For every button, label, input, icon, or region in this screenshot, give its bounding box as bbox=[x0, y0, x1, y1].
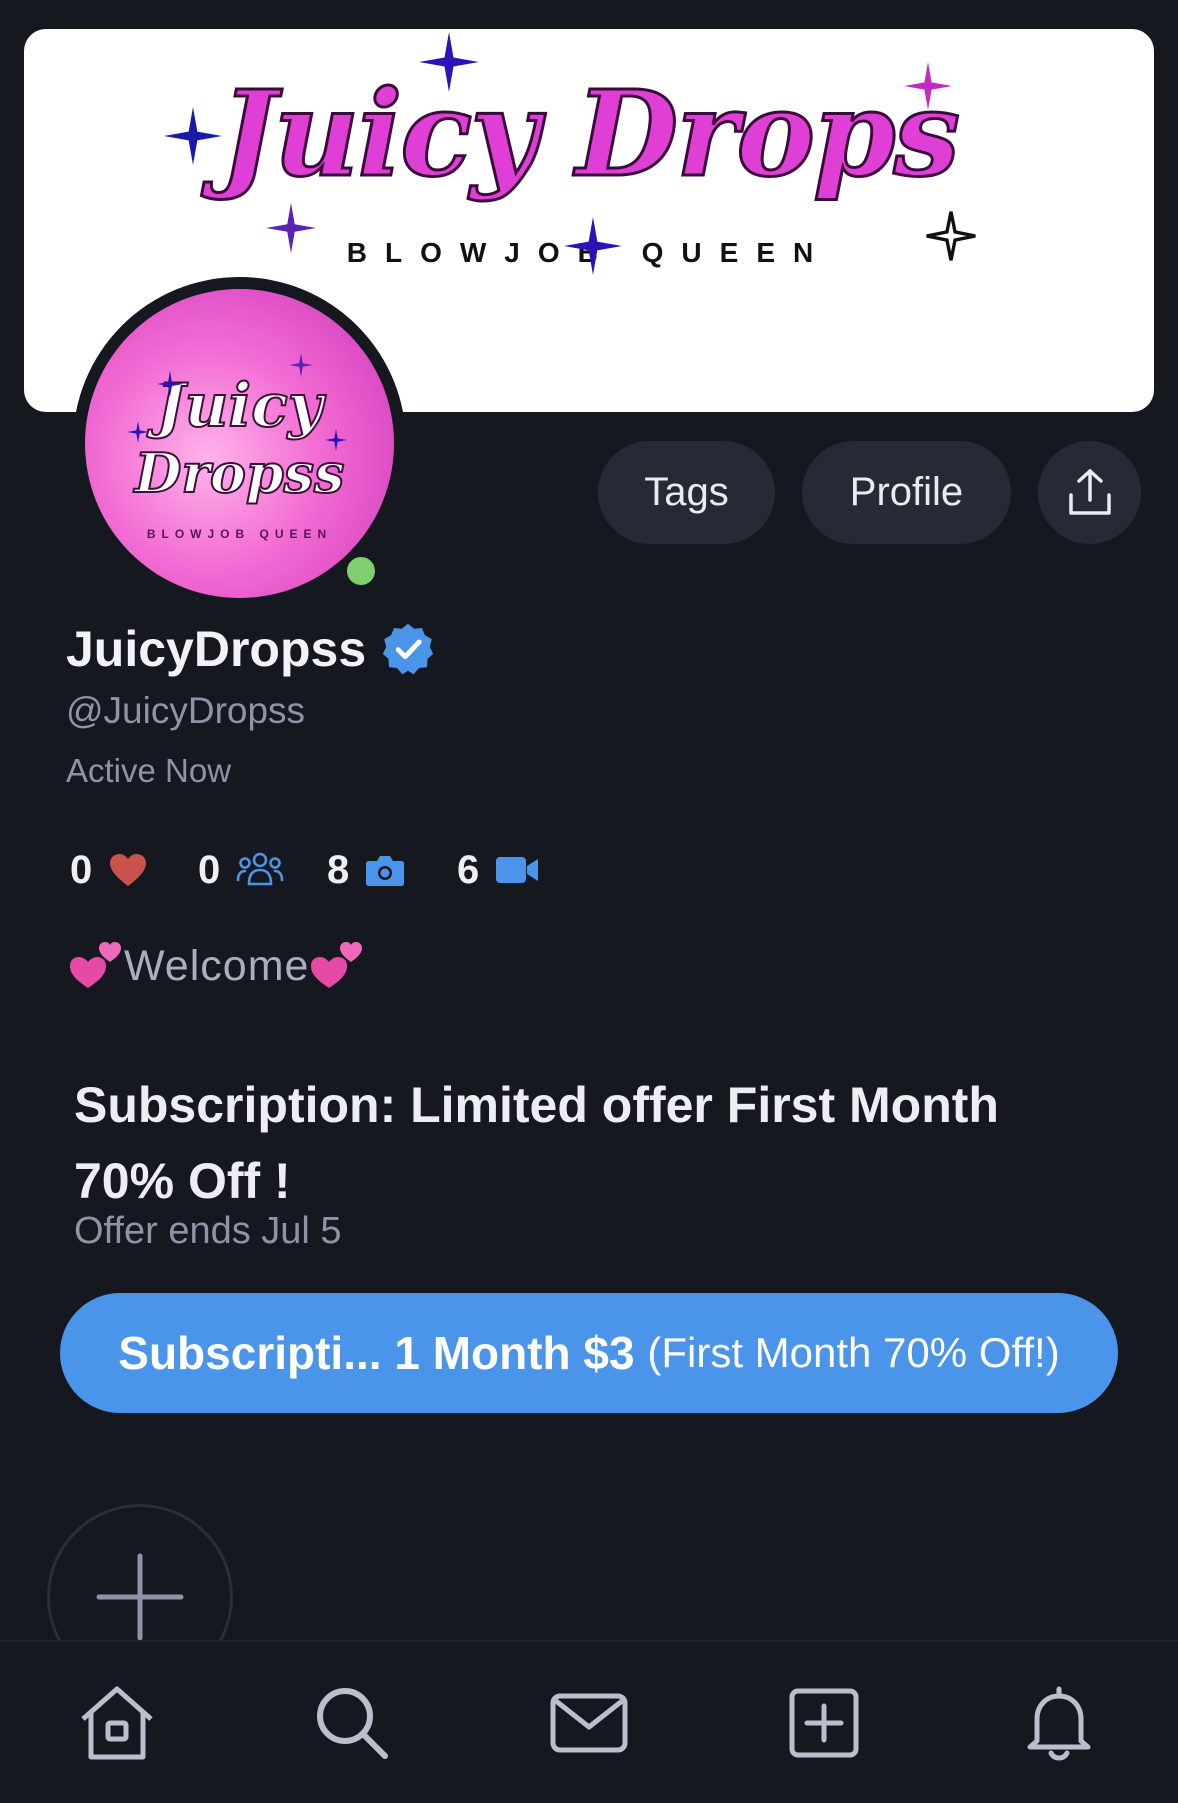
sparkle-icon bbox=[564, 217, 622, 275]
nav-notifications[interactable] bbox=[1014, 1678, 1104, 1768]
photos-count: 8 bbox=[327, 847, 350, 892]
video-icon bbox=[496, 857, 539, 883]
share-button[interactable] bbox=[1038, 441, 1141, 544]
name-row: JuicyDropss bbox=[66, 620, 436, 678]
avatar-image: Juicy Dropss BLOWJOB QUEEN bbox=[85, 289, 394, 598]
bell-icon bbox=[1027, 1686, 1091, 1761]
two-hearts-icon bbox=[311, 942, 363, 988]
two-hearts-icon bbox=[70, 942, 121, 988]
share-icon bbox=[1068, 468, 1111, 515]
add-post-icon bbox=[789, 1688, 859, 1758]
nav-search[interactable] bbox=[307, 1678, 397, 1768]
subscribe-button-name: Subscripti... bbox=[118, 1327, 382, 1379]
sparkle-icon bbox=[289, 353, 313, 377]
profile-screen: Juicy Drops BLOWJOB QUEEN Juicy Dropss B… bbox=[0, 0, 1178, 1803]
subscribe-button[interactable]: Subscripti... 1 Month $3 (First Month 70… bbox=[60, 1293, 1118, 1413]
sparkle-icon bbox=[266, 203, 316, 253]
search-icon bbox=[317, 1688, 388, 1759]
subscription-offer-title: Subscription: Limited offer First Month … bbox=[74, 1077, 999, 1209]
camera-icon bbox=[366, 856, 405, 886]
bio-text: Welcome bbox=[68, 938, 365, 994]
videos-count: 6 bbox=[457, 847, 480, 892]
people-icon bbox=[236, 852, 284, 886]
sparkle-icon bbox=[904, 62, 952, 110]
verified-badge-icon bbox=[382, 623, 434, 675]
avatar-text: Dropss bbox=[134, 440, 346, 506]
likes-count: 0 bbox=[70, 847, 93, 892]
sparkle-icon bbox=[419, 32, 479, 92]
photos-stat: 8 bbox=[327, 840, 405, 900]
username-handle: @JuicyDropss bbox=[66, 690, 306, 731]
display-name: JuicyDropss bbox=[66, 621, 367, 677]
sparkle-icon bbox=[926, 211, 976, 261]
online-status-dot bbox=[342, 552, 380, 590]
sparkle-icon bbox=[325, 429, 347, 451]
subscribe-button-price: $3 bbox=[583, 1327, 635, 1379]
subscribers-stat: 0 bbox=[198, 840, 284, 900]
likes-stat: 0 bbox=[70, 840, 148, 900]
welcome-text: Welcome bbox=[124, 941, 310, 990]
offer-end-date: Offer ends Jul 5 bbox=[74, 1210, 342, 1252]
tags-button[interactable]: Tags bbox=[598, 441, 775, 544]
avatar-tagline: BLOWJOB QUEEN bbox=[146, 527, 333, 541]
subscribe-button-note: (First Month 70% Off!) bbox=[647, 1329, 1060, 1376]
subscribers-count: 0 bbox=[198, 847, 221, 892]
subscribe-button-period: 1 Month bbox=[394, 1327, 571, 1379]
home-icon bbox=[81, 1686, 153, 1760]
profile-button[interactable]: Profile bbox=[802, 441, 1011, 544]
activity-status: Active Now bbox=[66, 752, 232, 789]
mail-icon bbox=[550, 1693, 628, 1753]
heart-icon bbox=[110, 854, 147, 886]
sparkle-icon bbox=[127, 421, 149, 443]
bottom-nav bbox=[0, 1640, 1178, 1803]
nav-home[interactable] bbox=[72, 1678, 162, 1768]
videos-stat: 6 bbox=[457, 840, 539, 900]
nav-messages[interactable] bbox=[544, 1678, 634, 1768]
sparkle-icon bbox=[164, 107, 222, 165]
sparkle-icon bbox=[157, 371, 183, 397]
nav-new-post[interactable] bbox=[779, 1678, 869, 1768]
